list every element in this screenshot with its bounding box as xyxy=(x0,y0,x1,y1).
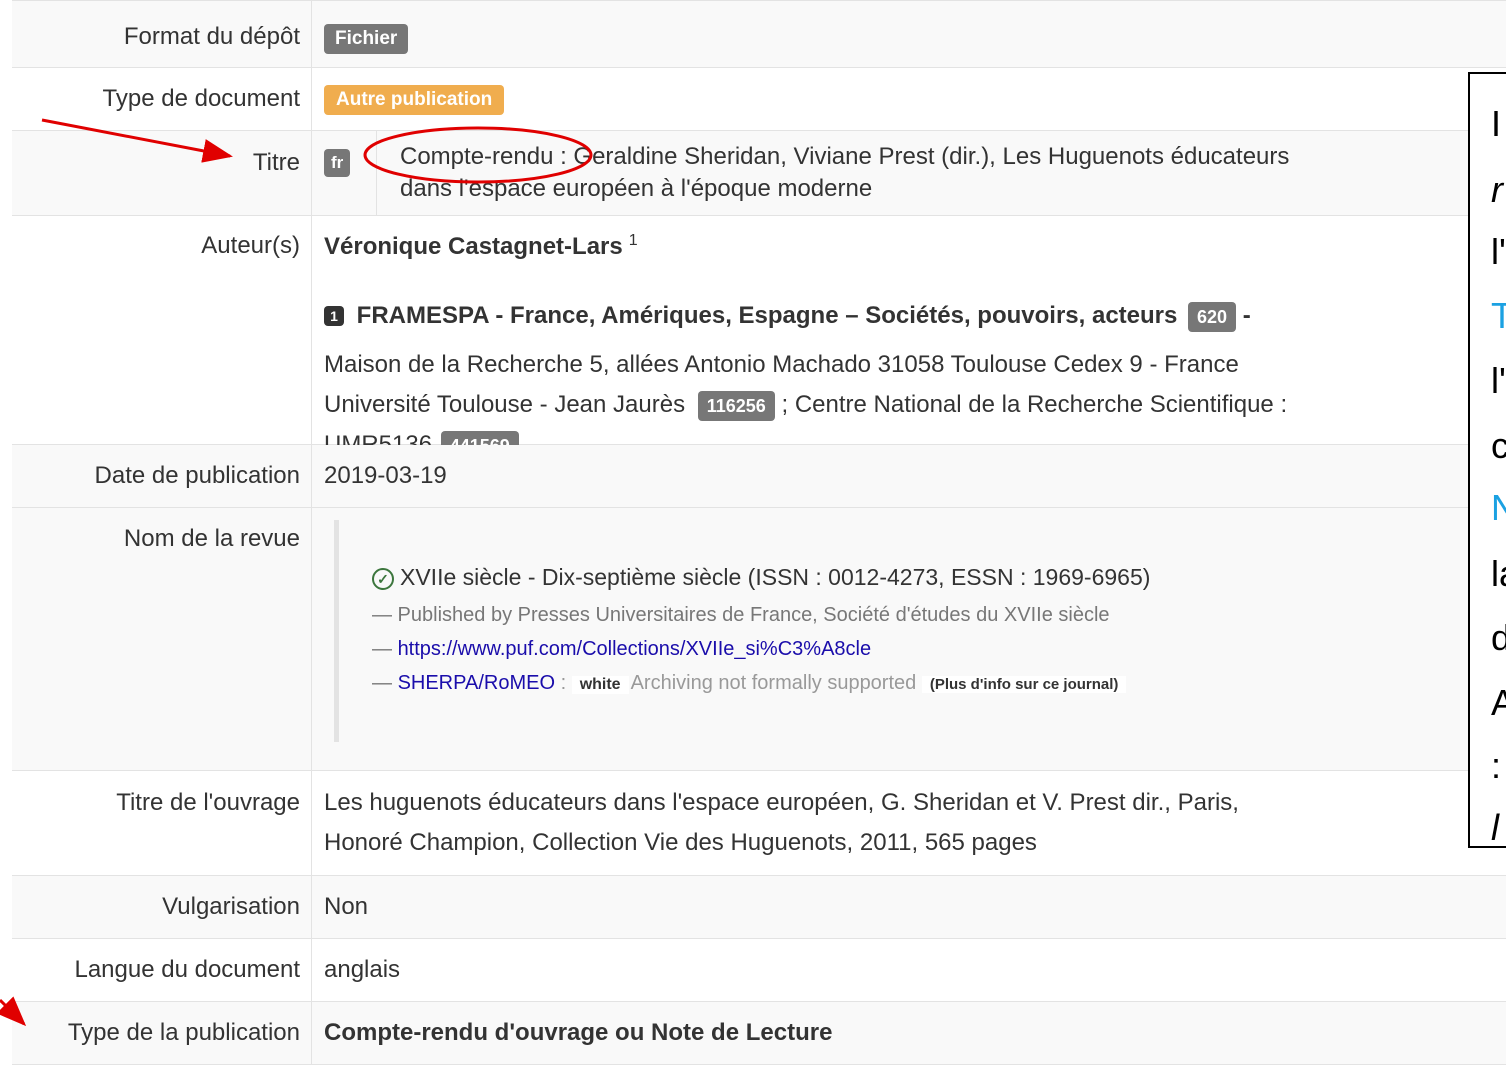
univ-name: Université Toulouse - Jean Jaurès xyxy=(324,391,686,418)
check-circle-icon: ✓ xyxy=(372,568,394,590)
row-titre: Titre fr Compte-rendu : Geraldine Sherid… xyxy=(12,131,1506,216)
callout-line: d xyxy=(1491,618,1506,658)
row-type-publication: Type de la publication Compte-rendu d'ou… xyxy=(12,1002,1506,1065)
row-vulgarisation: Vulgarisation Non xyxy=(12,876,1506,939)
cnrs-name: ; Centre National de la Recherche Scient… xyxy=(781,391,1288,418)
label-ouvrage: Titre de l'ouvrage xyxy=(12,771,312,875)
row-format: Format du dépôt Fichier xyxy=(12,1,1506,68)
org-id-badge: 620 xyxy=(1188,301,1237,332)
journal-name: XVIIe siècle - Dix-septième siècle (ISSN… xyxy=(400,564,1151,590)
affiliation-line-3: Université Toulouse - Jean Jaurès 116256… xyxy=(324,385,1287,425)
sherpa-line: — SHERPA/RoMEO : white Archiving not form… xyxy=(372,672,1127,695)
univ-id-badge: 116256 xyxy=(697,390,775,421)
author-name[interactable]: Véronique Castagnet-Lars 1 xyxy=(324,232,638,261)
callout-line: c xyxy=(1491,426,1506,466)
callout-line: N xyxy=(1491,488,1506,528)
metadata-table: Format du dépôt Fichier Type de document… xyxy=(12,0,1506,1065)
callout-line: l' xyxy=(1491,231,1506,272)
callout-line: l' xyxy=(1491,360,1506,401)
journal-url-link[interactable]: https://www.puf.com/Collections/XVIIe_si… xyxy=(398,638,872,660)
more-info-link[interactable]: (Plus d'info sur ce journal) xyxy=(921,676,1127,693)
label-vulgarisation: Vulgarisation xyxy=(12,876,312,938)
row-auteurs: Auteur(s) Véronique Castagnet-Lars 1 xyxy=(12,216,1506,278)
label-format: Format du dépôt xyxy=(12,1,312,67)
romeo-color-badge: white xyxy=(571,676,629,694)
callout-line: r xyxy=(1491,169,1503,210)
label-revue: Nom de la revue xyxy=(12,508,312,770)
callout-line: : xyxy=(1491,745,1502,786)
badge-autre-publication: Autre publication xyxy=(324,85,505,115)
callout-line: la xyxy=(1491,553,1506,594)
row-affiliation: 1 FRAMESPA - France, Amériques, Espagne … xyxy=(12,278,1506,461)
langue-value: anglais xyxy=(324,956,401,983)
title-line-2: dans l'espace européen à l'époque modern… xyxy=(400,175,873,202)
label-langue: Langue du document xyxy=(12,939,312,1001)
type-publication-value: Compte-rendu d'ouvrage ou Note de Lectur… xyxy=(324,1019,833,1046)
callout-line: l xyxy=(1491,807,1499,848)
label-auteurs: Auteur(s) xyxy=(12,216,312,278)
label-date: Date de publication xyxy=(12,445,312,507)
date-value: 2019-03-19 xyxy=(324,462,447,489)
journal-line: ✓ XVIIe siècle - Dix-septième siècle (ISS… xyxy=(372,564,1150,591)
affiliation-org[interactable]: FRAMESPA - France, Amériques, Espagne – … xyxy=(357,302,1178,329)
ouvrage-line-2: Honoré Champion, Collection Vie des Hugu… xyxy=(324,829,1037,856)
row-type-document: Type de document Autre publication xyxy=(12,68,1506,131)
vulgarisation-value: Non xyxy=(324,893,369,920)
row-langue: Langue du document anglais xyxy=(12,939,1506,1002)
url-line: — https://www.puf.com/Collections/XVIIe_… xyxy=(372,638,872,660)
row-revue: Nom de la revue ✓ XVIIe siècle - Dix-sept… xyxy=(12,508,1506,771)
affiliation-line-1: 1 FRAMESPA - France, Amériques, Espagne … xyxy=(324,296,1251,336)
row-ouvrage: Titre de l'ouvrage Les huguenots éducate… xyxy=(12,771,1506,876)
callout-line: T xyxy=(1491,296,1506,336)
affiliation-number: 1 xyxy=(324,306,344,326)
title-line-1: Compte-rendu : Geraldine Sheridan, Vivia… xyxy=(400,143,1290,170)
row-date: Date de publication 2019-03-19 xyxy=(12,445,1506,508)
label-type-publication: Type de la publication xyxy=(12,1002,312,1064)
sherpa-link[interactable]: SHERPA/RoMEO xyxy=(398,672,555,694)
label-type-document: Type de document xyxy=(12,68,312,130)
affiliation-address: Maison de la Recherche 5, allées Antonio… xyxy=(324,351,1239,378)
label-titre: Titre xyxy=(12,131,312,215)
callout-line: A xyxy=(1491,683,1506,723)
ouvrage-line-1: Les huguenots éducateurs dans l'espace e… xyxy=(324,789,1239,816)
lang-badge: fr xyxy=(324,149,351,177)
callout-line: I xyxy=(1491,103,1502,144)
publisher-line: — Published by Presses Universitaires de… xyxy=(372,604,1110,626)
callout-box: I r l' T l' c N la d A : l xyxy=(1468,72,1506,848)
badge-fichier: Fichier xyxy=(324,24,409,54)
